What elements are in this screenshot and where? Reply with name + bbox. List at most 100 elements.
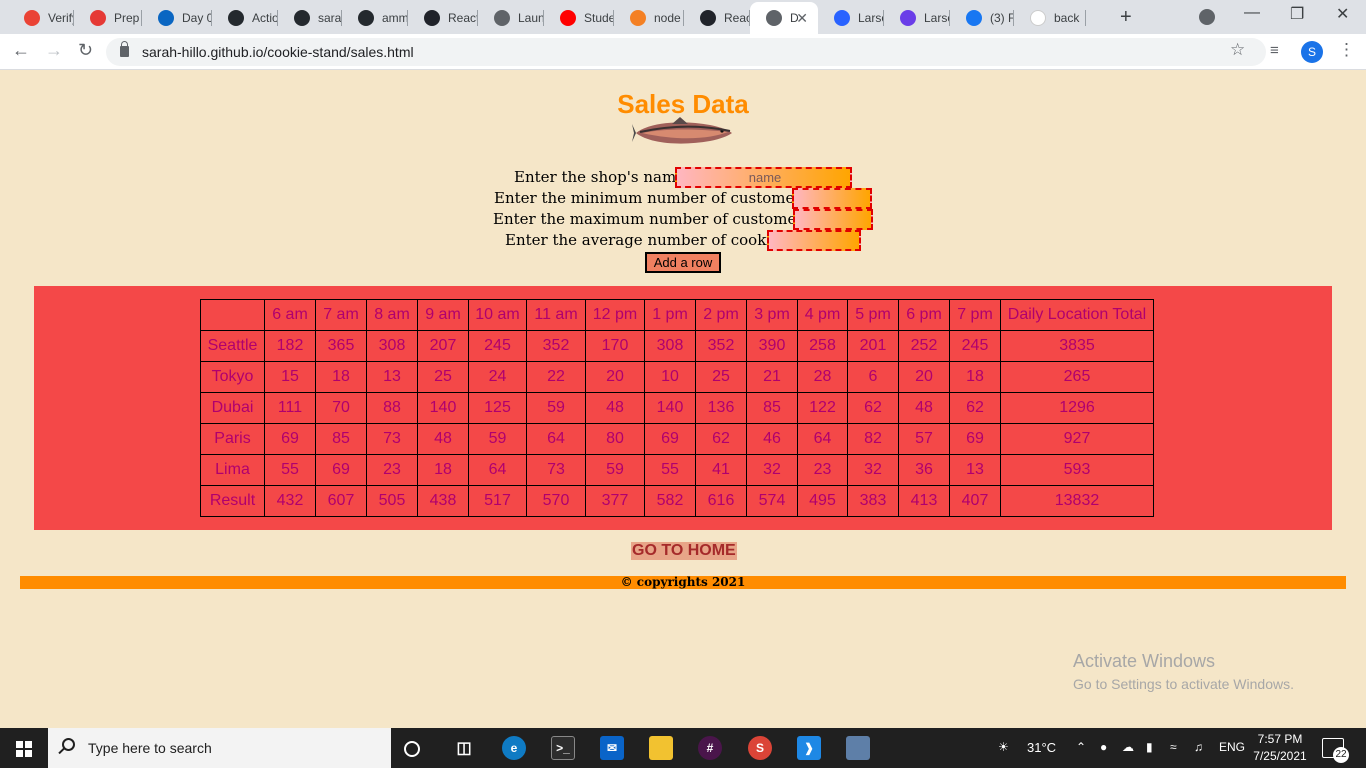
github-icon <box>358 10 374 26</box>
name-input[interactable]: name <box>675 167 852 188</box>
browser-tab-strip: + — ❐ ✕ Verify Prep Day 0 Actio sarah amm Reac… <box>0 0 1366 34</box>
browser-tab[interactable]: Day 0 <box>142 4 212 32</box>
table-header-cell: 12 pm <box>585 299 645 331</box>
browser-tab[interactable]: Stude <box>544 4 614 32</box>
browser-tab[interactable]: sarah <box>278 4 342 32</box>
sales-cell: 80 <box>585 423 645 455</box>
taskbar: Type here to search ◫ e >_ ✉ # S ❱ ☀ 31°… <box>0 728 1366 768</box>
clock-time: 7:57 PM <box>1257 732 1303 746</box>
mail-icon[interactable]: ✉ <box>600 736 624 760</box>
sales-cell: 22 <box>526 361 586 393</box>
sales-cell: 73 <box>366 423 418 455</box>
back-icon[interactable]: ← <box>12 40 30 61</box>
reload-icon[interactable]: ↻ <box>78 40 93 61</box>
close-window-button[interactable]: ✕ <box>1336 4 1349 24</box>
browser-tab[interactable]: Prep <box>74 4 142 32</box>
chrome-icon[interactable]: S <box>748 736 772 760</box>
sales-cell: 1296 <box>1000 392 1154 424</box>
file-explorer-icon[interactable] <box>649 736 673 760</box>
max-customers-input[interactable] <box>793 209 873 230</box>
min-customers-input[interactable] <box>792 188 872 209</box>
sales-cell: 62 <box>847 392 899 424</box>
browser-tab[interactable]: Verify <box>8 4 74 32</box>
browser-tab[interactable]: (3) Fa <box>950 4 1014 32</box>
sales-cell: 64 <box>468 454 527 486</box>
browser-tab[interactable]: Larso <box>884 4 950 32</box>
go-to-home-link[interactable]: GO TO HOME <box>631 542 737 560</box>
tray-overflow-icon[interactable]: ⌃ <box>1076 740 1086 754</box>
browser-tab[interactable]: Larso <box>818 4 884 32</box>
browser-tab-label: Verify <box>48 11 74 25</box>
microphone-icon[interactable]: ● <box>1100 740 1107 754</box>
sales-cell: 140 <box>417 392 469 424</box>
browser-tab[interactable]: amm <box>342 4 408 32</box>
browser-tab[interactable]: node <box>614 4 684 32</box>
wifi-icon[interactable]: ≈ <box>1170 740 1177 754</box>
sales-cell: 20 <box>585 361 645 393</box>
weather-temp[interactable]: 31°C <box>1027 740 1056 755</box>
notification-count: 22 <box>1333 747 1349 763</box>
new-tab-button[interactable]: + <box>1120 6 1132 29</box>
github-icon <box>228 10 244 26</box>
sales-cell: 170 <box>585 330 645 362</box>
min-customers-label: Enter the minimum number of customers <box>494 189 810 207</box>
sales-cell: 48 <box>417 423 469 455</box>
avg-cookies-input[interactable] <box>767 230 861 251</box>
minimize-window-button[interactable]: — <box>1244 4 1260 22</box>
sales-cell: 59 <box>526 392 586 424</box>
notifications-icon[interactable]: 22 <box>1322 738 1349 763</box>
task-view-icon[interactable]: ◫ <box>452 736 476 760</box>
close-tab-icon[interactable]: ✕ <box>796 10 808 27</box>
windows-start-icon[interactable] <box>16 741 32 757</box>
app-icon[interactable] <box>846 736 870 760</box>
add-row-button[interactable]: Add a row <box>645 252 721 273</box>
taskbar-search[interactable]: Type here to search <box>48 728 391 768</box>
sales-cell: 48 <box>585 392 645 424</box>
cortana-icon[interactable] <box>404 741 420 757</box>
browser-tab-label: Larso <box>858 11 884 25</box>
forward-icon[interactable]: → <box>45 40 63 61</box>
table-header-cell: 6 pm <box>898 299 950 331</box>
profile-avatar[interactable]: S <box>1301 41 1323 63</box>
gmail-icon <box>24 10 40 26</box>
url-text[interactable]: sarah-hillo.github.io/cookie-stand/sales… <box>142 44 414 60</box>
bookmark-star-icon[interactable]: ☆ <box>1230 40 1245 60</box>
vscode-icon[interactable]: ❱ <box>797 736 821 760</box>
lock-icon[interactable] <box>120 41 129 57</box>
clock[interactable]: 7:57 PM 7/25/2021 <box>1252 731 1308 765</box>
browser-tab[interactable]: React <box>408 4 478 32</box>
prep-icon <box>90 10 106 26</box>
weather-icon[interactable]: ☀ <box>998 740 1009 754</box>
slack-icon[interactable]: # <box>698 736 722 760</box>
taskbar-search-placeholder: Type here to search <box>88 740 212 756</box>
google-icon <box>1030 10 1046 26</box>
reading-list-icon[interactable]: ≡ <box>1270 42 1279 59</box>
table-header-cell: 5 pm <box>847 299 899 331</box>
battery-icon[interactable]: ▮ <box>1146 740 1153 754</box>
tab-search-icon[interactable] <box>1199 9 1215 25</box>
table-header-cell: 3 pm <box>746 299 798 331</box>
browser-menu-icon[interactable]: ⋮ <box>1338 40 1355 60</box>
browser-tab[interactable]: React <box>684 4 750 32</box>
address-bar[interactable]: sarah-hillo.github.io/cookie-stand/sales… <box>106 38 1266 66</box>
browser-tab[interactable]: Laun <box>478 4 544 32</box>
browser-tab-label: Prep <box>114 11 140 25</box>
restore-window-button[interactable]: ❐ <box>1290 4 1304 24</box>
sales-cell: 593 <box>1000 454 1154 486</box>
browser-tab[interactable]: D ✕ <box>750 2 818 34</box>
sales-cell: 201 <box>847 330 899 362</box>
sales-cell: 25 <box>417 361 469 393</box>
edge-icon[interactable]: e <box>502 736 526 760</box>
location-cell: Lima <box>200 454 265 486</box>
browser-tab[interactable]: back <box>1014 4 1086 32</box>
react-icon <box>424 10 440 26</box>
browser-tab[interactable]: Actio <box>212 4 278 32</box>
onedrive-tray-icon[interactable]: ☁ <box>1122 740 1134 754</box>
avg-cookies-label: Enter the average number of cookies <box>505 231 788 249</box>
browser-tab-label: amm <box>382 11 408 25</box>
terminal-icon[interactable]: >_ <box>551 736 575 760</box>
volume-icon[interactable]: ♫ <box>1194 740 1203 754</box>
language-indicator[interactable]: ENG <box>1219 740 1245 754</box>
add-store-form: Enter the shop's name name Enter the min… <box>0 167 1366 251</box>
sales-cell: 245 <box>949 330 1001 362</box>
